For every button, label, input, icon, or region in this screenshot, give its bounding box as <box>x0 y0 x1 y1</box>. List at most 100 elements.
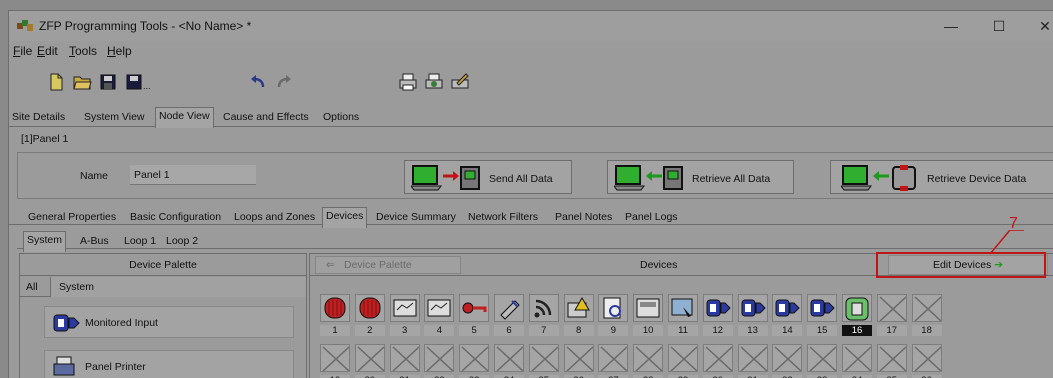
device-slot[interactable]: 25 <box>528 344 559 378</box>
new-file-icon[interactable] <box>45 71 67 93</box>
key-switch-icon[interactable] <box>459 294 490 322</box>
device-slot[interactable]: 20 <box>354 344 385 378</box>
empty-slot-icon[interactable] <box>320 344 350 372</box>
empty-slot-icon[interactable] <box>424 344 455 372</box>
empty-slot-icon[interactable] <box>459 344 490 372</box>
title-bar[interactable]: ZFP Programming Tools - <No Name> * — ☐ … <box>9 11 1053 41</box>
send-all-data-button[interactable]: Send All Data <box>404 160 572 194</box>
device-slot[interactable]: 10 <box>633 294 664 338</box>
wireless-icon[interactable] <box>528 294 559 322</box>
monitored-input-icon[interactable] <box>807 294 838 322</box>
empty-slot-icon[interactable] <box>842 344 872 372</box>
report-icon[interactable] <box>598 294 629 322</box>
device-slot[interactable]: 36 <box>911 344 942 378</box>
module-icon[interactable] <box>424 294 455 322</box>
empty-slot-icon[interactable] <box>494 344 524 372</box>
empty-slot-icon[interactable] <box>911 294 942 322</box>
close-button[interactable]: ✕ <box>1025 16 1053 36</box>
device-slot[interactable]: 31 <box>737 344 768 378</box>
empty-slot-icon[interactable] <box>633 344 664 372</box>
save-icon[interactable] <box>97 71 119 93</box>
redo-icon[interactable] <box>273 71 295 93</box>
open-folder-icon[interactable] <box>71 71 93 93</box>
device-slot[interactable]: 6 <box>494 294 524 338</box>
device-slot[interactable]: 16 <box>842 294 872 338</box>
device-slot[interactable]: 19 <box>320 344 350 378</box>
device-slot[interactable]: 2 <box>354 294 385 338</box>
empty-slot-icon[interactable] <box>563 344 594 372</box>
empty-slot-icon[interactable] <box>528 344 559 372</box>
tab-loop-2[interactable]: Loop 2 <box>163 233 201 251</box>
tab-options[interactable]: Options <box>320 109 362 127</box>
menu-edit[interactable]: Edit <box>37 44 58 58</box>
device-slot[interactable]: 26 <box>563 344 594 378</box>
print-icon[interactable] <box>397 71 419 93</box>
device-slot[interactable]: 22 <box>424 344 455 378</box>
palette-filter-system[interactable]: System <box>50 277 306 297</box>
device-slot[interactable]: 18 <box>911 294 942 338</box>
device-slot[interactable]: 11 <box>668 294 698 338</box>
empty-slot-icon[interactable] <box>876 344 907 372</box>
device-slot[interactable]: 23 <box>459 344 490 378</box>
retrieve-all-data-button[interactable]: Retrieve All Data <box>607 160 794 194</box>
device-slot[interactable]: 34 <box>842 344 872 378</box>
tab-loop-1[interactable]: Loop 1 <box>121 233 159 251</box>
device-palette-toggle-button[interactable]: ⇐ Device Palette <box>315 256 461 274</box>
tab-site-details[interactable]: Site Details <box>9 109 68 127</box>
printer-icon[interactable] <box>633 294 664 322</box>
device-slot[interactable]: 13 <box>737 294 768 338</box>
repeater-icon[interactable] <box>842 294 872 322</box>
monitored-input-icon[interactable] <box>772 294 803 322</box>
tab-node-view[interactable]: Node View <box>155 107 214 128</box>
empty-slot-icon[interactable] <box>598 344 629 372</box>
monitored-input-icon[interactable] <box>737 294 768 322</box>
warning-panel-icon[interactable] <box>563 294 594 322</box>
device-slot[interactable]: 4 <box>424 294 455 338</box>
device-slot[interactable]: 3 <box>389 294 420 338</box>
tab-system-view[interactable]: System View <box>81 109 148 127</box>
module-icon[interactable] <box>389 294 420 322</box>
device-slot[interactable]: 5 <box>459 294 490 338</box>
device-slot[interactable]: 24 <box>494 344 524 378</box>
tab-basic-configuration[interactable]: Basic Configuration <box>127 209 224 227</box>
minimize-button[interactable]: — <box>931 16 971 36</box>
device-slot[interactable]: 14 <box>772 294 803 338</box>
sounder-icon[interactable] <box>320 294 350 322</box>
tab-a-bus[interactable]: A-Bus <box>77 233 112 251</box>
empty-slot-icon[interactable] <box>668 344 698 372</box>
empty-slot-icon[interactable] <box>737 344 768 372</box>
device-slot[interactable]: 15 <box>807 294 838 338</box>
device-slot[interactable]: 32 <box>772 344 803 378</box>
palette-item-monitored-input[interactable]: Monitored Input <box>44 306 294 338</box>
device-slot[interactable]: 35 <box>876 344 907 378</box>
tab-device-summary[interactable]: Device Summary <box>373 209 459 227</box>
empty-slot-icon[interactable] <box>876 294 907 322</box>
tab-general-properties[interactable]: General Properties <box>25 209 119 227</box>
tab-panel-notes[interactable]: Panel Notes <box>552 209 615 227</box>
empty-slot-icon[interactable] <box>807 344 838 372</box>
sounder-icon[interactable] <box>354 294 385 322</box>
device-slot[interactable]: 21 <box>389 344 420 378</box>
device-slot[interactable]: 28 <box>633 344 664 378</box>
monitored-input-icon[interactable] <box>702 294 733 322</box>
menu-tools[interactable]: Tools <box>69 44 97 58</box>
undo-icon[interactable] <box>247 71 269 93</box>
tab-panel-logs[interactable]: Panel Logs <box>622 209 681 227</box>
device-slot[interactable]: 27 <box>598 344 629 378</box>
device-slot[interactable]: 30 <box>702 344 733 378</box>
empty-slot-icon[interactable] <box>772 344 803 372</box>
empty-slot-icon[interactable] <box>389 344 420 372</box>
device-slot[interactable]: 12 <box>702 294 733 338</box>
device-slot[interactable]: 29 <box>668 344 698 378</box>
beacon-icon[interactable] <box>494 294 524 322</box>
device-slot[interactable]: 1 <box>320 294 350 338</box>
device-slot[interactable]: 8 <box>563 294 594 338</box>
palette-filter-all[interactable]: All <box>26 281 38 293</box>
empty-slot-icon[interactable] <box>354 344 385 372</box>
save-as-icon[interactable]: ... <box>123 71 155 93</box>
palette-item-panel-printer[interactable]: Panel Printer <box>44 350 294 378</box>
device-slot[interactable]: 17 <box>876 294 907 338</box>
retrieve-device-data-button[interactable]: Retrieve Device Data <box>830 160 1053 194</box>
device-slot[interactable]: 7 <box>528 294 559 338</box>
name-field[interactable]: Panel 1 <box>130 165 256 185</box>
